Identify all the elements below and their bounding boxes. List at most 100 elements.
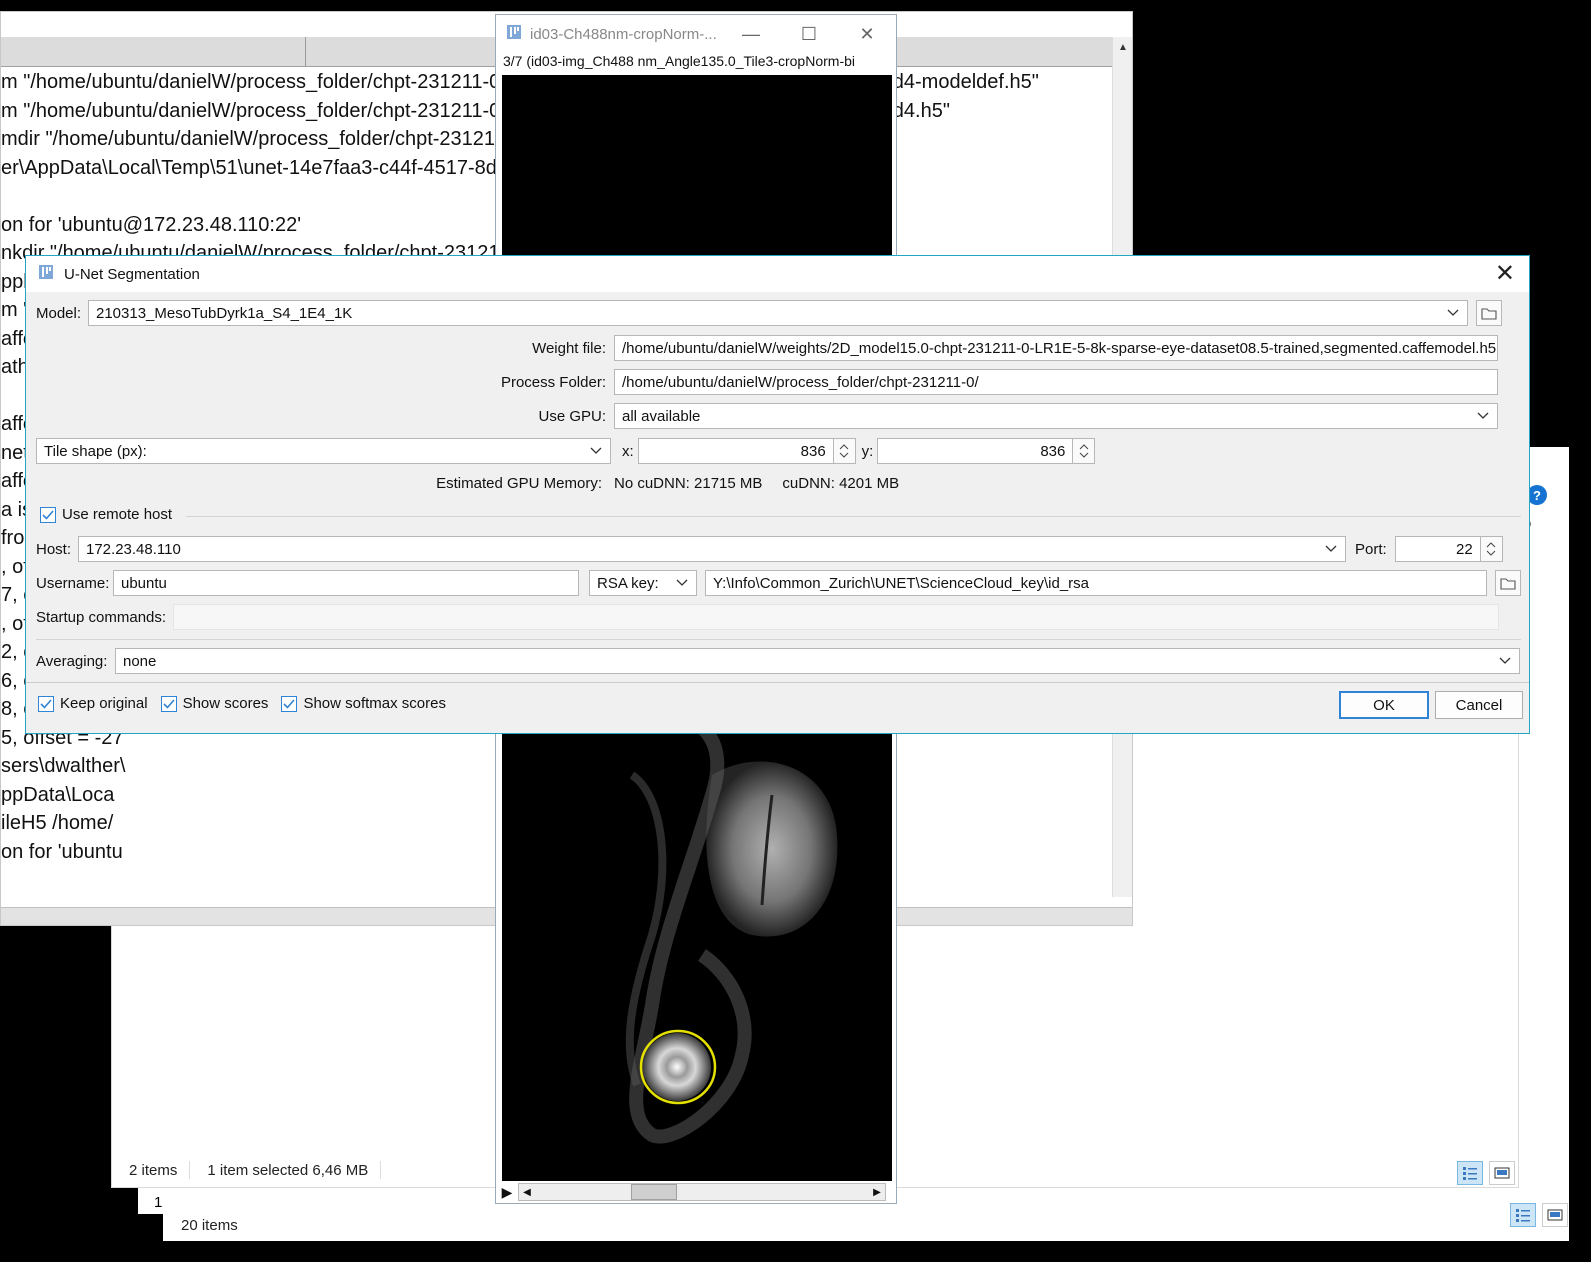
rsa-key-folder-button[interactable] [1495,570,1521,596]
column-header-1[interactable] [1,37,306,66]
rsa-key-value: Y:\Info\Common_Zurich\UNET\ScienceCloud_… [713,574,1089,592]
rsa-key-field[interactable]: Y:\Info\Common_Zurich\UNET\ScienceCloud_… [705,570,1487,596]
chevron-down-icon [1476,409,1490,423]
check-icon [283,698,296,709]
chevron-down-icon [675,576,689,590]
gpu-memory-label: Estimated GPU Memory: [436,475,602,492]
dialog-titlebar[interactable]: U-Net Segmentation ✕ [26,256,1529,292]
close-icon[interactable]: ✕ [1495,260,1515,288]
minimize-icon[interactable]: — [722,15,780,53]
image-window-title: id03-Ch488nm-cropNorm-... [530,25,717,43]
use-remote-host-label: Use remote host [62,506,173,523]
play-icon[interactable]: ▶ [496,1184,518,1201]
use-remote-host-checkbox[interactable] [40,506,56,523]
auth-method-value: RSA key: [597,574,659,592]
scroll-left-icon[interactable]: ◀ [519,1187,535,1198]
host-label: Host: [36,540,72,558]
tile-x-label: x: [622,442,634,460]
slice-thumb[interactable] [631,1184,677,1200]
model-label: Model: [36,304,82,322]
use-gpu-value: all available [622,407,701,425]
keep-original-checkbox[interactable] [38,695,54,712]
tile-x-value: 836 [800,442,826,460]
averaging-label: Averaging: [36,652,108,670]
check-icon [40,698,52,709]
show-softmax-scores-label: Show softmax scores [303,695,446,712]
folder-icon [1500,577,1516,590]
show-softmax-scores-checkbox[interactable] [281,695,298,712]
process-folder-label: Process Folder: [500,373,606,391]
tile-y-label: y: [861,442,874,460]
item-count: 20 items [181,1216,238,1234]
large-icons-view-icon[interactable] [1489,1161,1515,1185]
folder-icon [1481,307,1497,320]
tile-shape-select[interactable]: Tile shape (px): [36,438,611,464]
port-value: 22 [1456,540,1473,558]
chevron-down-icon [1446,306,1460,320]
status-bar: 20 items [163,1209,1569,1241]
check-icon [162,698,175,709]
maximize-icon[interactable]: ☐ [780,15,838,53]
username-label: Username: [36,574,110,592]
dialog-title: U-Net Segmentation [64,265,200,283]
status-divider [380,1161,382,1179]
scroll-up-icon[interactable]: ▲ [1113,37,1133,57]
partial-status-text: 1 [138,1188,163,1214]
weight-file-value: /home/ubuntu/danielW/weights/2D_model15.… [622,339,1497,357]
slice-track[interactable]: ◀ ▶ [518,1183,886,1201]
scroll-right-icon[interactable]: ▶ [869,1187,885,1198]
chevron-down-icon [589,444,603,458]
help-icon[interactable]: ? [1527,485,1547,505]
startup-commands-label: Startup commands: [36,608,167,626]
close-icon[interactable]: ✕ [838,15,896,53]
chevron-down-icon [1498,654,1512,668]
large-icons-view-icon[interactable] [1542,1203,1568,1227]
host-value: 172.23.48.110 [86,540,181,558]
weight-file-label: Weight file: [532,339,606,357]
use-gpu-label: Use GPU: [538,407,606,425]
item-count: 2 items [129,1161,178,1179]
slice-scrollbar[interactable]: ▶ ◀ ▶ [496,1181,896,1203]
averaging-value: none [123,652,157,670]
use-gpu-select[interactable]: all available [614,403,1498,429]
image-window-titlebar[interactable]: id03-Ch488nm-cropNorm-... — ☐ ✕ [496,15,896,53]
auth-method-select[interactable]: RSA key: [589,570,697,596]
tile-x-input[interactable]: 836 [637,438,834,464]
averaging-select[interactable]: none [115,648,1520,674]
port-spinner-icon[interactable] [1480,536,1503,562]
selection-info: 1 item selected 6,46 MB [207,1161,369,1179]
tile-y-input[interactable]: 836 [877,438,1074,464]
lens-region [643,1033,711,1101]
show-scores-checkbox[interactable] [160,695,177,712]
remote-host-divider [186,516,1521,517]
imagej-icon [506,24,522,44]
username-input[interactable]: ubuntu [113,570,579,596]
gpu-memory-cudnn: cuDNN: 4201 MB [782,475,900,492]
port-input[interactable]: 22 [1394,536,1481,562]
tile-x-spinner-icon[interactable] [833,438,856,464]
show-scores-label: Show scores [182,695,269,712]
keep-original-label: Keep original [60,695,148,712]
footer-divider [26,682,1529,683]
startup-commands-input[interactable] [173,604,1499,630]
cancel-button[interactable]: Cancel [1435,691,1523,719]
unet-segmentation-dialog: U-Net Segmentation ✕ Model: 210313_MesoT… [25,255,1530,734]
port-label: Port: [1355,540,1387,558]
model-select[interactable]: 210313_MesoTubDyrk1a_S4_1E4_1K [88,300,1468,326]
model-value: 210313_MesoTubDyrk1a_S4_1E4_1K [96,304,353,322]
weight-file-field[interactable]: /home/ubuntu/danielW/weights/2D_model15.… [614,335,1498,361]
column-header-2[interactable] [306,37,506,66]
process-folder-field[interactable]: /home/ubuntu/danielW/process_folder/chpt… [614,369,1498,395]
tile-y-spinner-icon[interactable] [1073,438,1096,464]
imagej-icon [38,264,54,284]
host-select[interactable]: 172.23.48.110 [78,536,1346,562]
gpu-memory-no-cudnn: No cuDNN: 21715 MB [614,475,763,492]
details-view-icon[interactable] [1510,1203,1536,1227]
tile-y-value: 836 [1040,442,1066,460]
image-info: 3/7 (id03-img_Ch488 nm_Angle135.0_Tile3-… [503,53,855,69]
ok-button[interactable]: OK [1339,691,1429,719]
process-folder-value: /home/ubuntu/danielW/process_folder/chpt… [622,373,979,391]
tile-shape-value: Tile shape (px): [44,442,147,460]
details-view-icon[interactable] [1457,1161,1483,1185]
model-folder-button[interactable] [1476,300,1502,326]
